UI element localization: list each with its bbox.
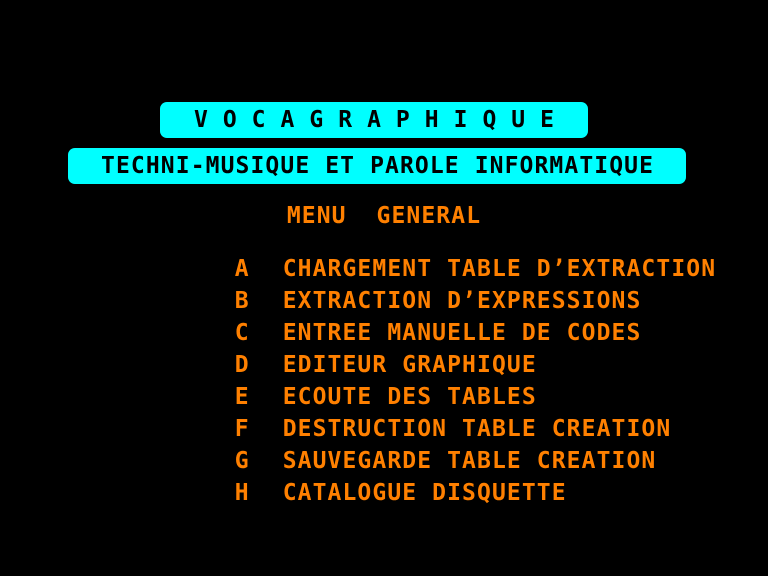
menu-item-label: SAUVEGARDE TABLE CREATION (282, 448, 657, 474)
main-menu-list: A CHARGEMENT TABLE D’EXTRACTION B EXTRACTI… (0, 236, 768, 505)
menu-item-label: EXTRACTION D’EXPRESSIONS (282, 288, 642, 314)
menu-item-label: DESTRUCTION TABLE CREATION (282, 416, 672, 442)
menu-item-key: E (234, 384, 250, 410)
menu-item-key: D (234, 352, 250, 378)
menu-item-key: F (234, 416, 250, 442)
menu-item-key: B (234, 288, 250, 314)
menu-item-label: ECOUTE DES TABLES (282, 384, 537, 410)
menu-item-label: CHARGEMENT TABLE D’EXTRACTION (282, 256, 717, 282)
menu-heading: MENU GENERAL (286, 203, 482, 229)
menu-item-key: C (234, 320, 250, 346)
menu-item-key: G (234, 448, 250, 474)
retro-terminal-screen: VOCAGRAPHIQUE TECHNI-MUSIQUE ET PAROLE I… (0, 0, 768, 576)
menu-item-a[interactable]: A CHARGEMENT TABLE D’EXTRACTION (0, 236, 768, 281)
app-title-banner: VOCAGRAPHIQUE (160, 102, 588, 138)
menu-item-key: A (234, 256, 250, 282)
menu-item-label: ENTREE MANUELLE DE CODES (282, 320, 642, 346)
menu-item-key: H (234, 480, 250, 506)
app-subtitle-banner: TECHNI-MUSIQUE ET PAROLE INFORMATIQUE (68, 148, 686, 184)
menu-item-label: CATALOGUE DISQUETTE (282, 480, 567, 506)
menu-item-label: EDITEUR GRAPHIQUE (282, 352, 537, 378)
